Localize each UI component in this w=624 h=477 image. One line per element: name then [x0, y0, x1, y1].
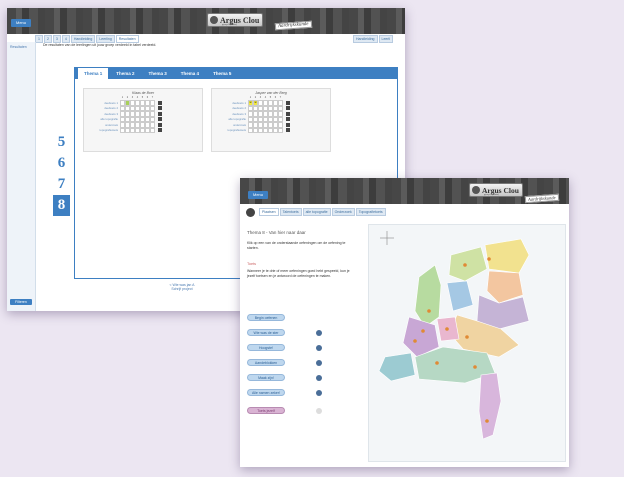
top-tabs: 1 2 3 4 Handleiding Leerling Resultaten: [35, 35, 139, 43]
tab-4[interactable]: 4: [61, 35, 70, 43]
tab-plaatsen[interactable]: Plaatsen: [259, 208, 279, 216]
print-icon[interactable]: [158, 122, 162, 127]
print-icon[interactable]: [158, 117, 162, 122]
grid-row: topografietoets: [86, 127, 200, 133]
grade-7[interactable]: 7: [53, 174, 70, 195]
exercise-button[interactable]: Maak zijn!: [247, 374, 285, 381]
grade-6[interactable]: 6: [53, 153, 70, 174]
person-icon: [316, 360, 322, 366]
grade-selector: 5 6 7 8: [53, 132, 70, 216]
exercise-button[interactable]: Wie was de ster: [247, 329, 285, 336]
sidebar-title: Resultaten: [10, 45, 27, 49]
theme-tabs: Thema 1 Thema 2 Thema 3 Thema 4 Thema 5: [75, 68, 397, 79]
tab-leerling-right[interactable]: Leerli: [378, 35, 394, 43]
tab-talentoets[interactable]: Talentoets: [279, 208, 302, 216]
tab-alle-topografie[interactable]: alle topografie: [302, 208, 331, 216]
tab-resultaten[interactable]: Resultaten: [115, 35, 139, 43]
tab-2[interactable]: 2: [43, 35, 52, 43]
person-icon: [316, 345, 322, 351]
print-icon[interactable]: [286, 100, 290, 105]
grade-5[interactable]: 5: [53, 132, 70, 153]
exercise-tabs: Plaatsen Talentoets alle topografie Onde…: [259, 208, 386, 216]
exercise-button[interactable]: Begin oefenen: [247, 314, 285, 321]
tab-thema-5[interactable]: Thema 5: [207, 68, 237, 79]
person-icon: [316, 330, 322, 336]
section-title: Thema 8 - Van hier naar daar: [247, 230, 306, 235]
exercise-button[interactable]: Alle namen zeker!: [247, 389, 285, 396]
print-icon[interactable]: [286, 106, 290, 111]
argus-clou-logo: Argus Clou groep 8 (basis): [207, 13, 264, 27]
province-groningen: [484, 238, 530, 274]
tab-3[interactable]: 3: [52, 35, 61, 43]
exercise-button[interactable]: Aandeblokken: [247, 359, 285, 366]
tab-handleiding[interactable]: Handleiding: [70, 35, 96, 43]
print-icon[interactable]: [158, 100, 162, 105]
tip-heading: Toets: [247, 262, 257, 266]
print-icon[interactable]: [158, 106, 162, 111]
map-svg: [378, 231, 530, 440]
netherlands-map[interactable]: [368, 224, 566, 462]
print-icon[interactable]: [286, 111, 290, 116]
test-yourself-button[interactable]: Toets jezelf: [247, 407, 285, 414]
print-icon[interactable]: [286, 117, 290, 122]
province-limburg: [478, 372, 502, 440]
province-zeeland: [378, 352, 416, 382]
student-grid-1: Klaas de Boer 1234567 deeltoets 1 deelto…: [83, 88, 203, 152]
grid-row: topografietoets: [214, 127, 328, 133]
compass-icon: [380, 231, 394, 245]
tab-thema-1[interactable]: Thema 1: [78, 68, 109, 79]
intro-text: De resultaten van de leerlingen uit jouw…: [43, 43, 157, 47]
person-icon: [316, 408, 322, 414]
print-icon[interactable]: [286, 122, 290, 127]
tab-handleiding-right[interactable]: Handleiding: [353, 35, 378, 43]
globe-icon: [472, 186, 480, 194]
tip-text: Wanneer je te drie of meer oefeningen go…: [247, 269, 350, 278]
province-friesland: [448, 246, 488, 282]
footer-link[interactable]: Schrijf project: [152, 287, 212, 291]
print-icon[interactable]: [158, 128, 162, 133]
print-icon[interactable]: [286, 128, 290, 133]
menu-button[interactable]: Menu: [248, 191, 268, 199]
exercises-window: Menu Argus Clou groep 8 (basis) Aardrijk…: [240, 178, 569, 467]
exercise-button[interactable]: Hoogste!: [247, 344, 285, 351]
province-flevoland: [446, 280, 474, 312]
right-tabs: Handleiding Leerli: [353, 35, 394, 43]
intro-text: Klik op een van de onderstaande oefening…: [247, 241, 346, 250]
tab-thema-4[interactable]: Thema 4: [175, 68, 205, 79]
person-icon: [316, 375, 322, 381]
argus-clou-logo: Argus Clou groep 8 (basis): [469, 183, 523, 197]
grade-8[interactable]: 8: [53, 195, 70, 216]
tab-1[interactable]: 1: [35, 35, 43, 43]
sidebar: Resultaten Filteren: [7, 42, 36, 311]
footer-links: < Wie was jan A Schrijf project: [152, 283, 212, 291]
tab-leerling[interactable]: Leerling: [96, 35, 115, 43]
print-icon[interactable]: [158, 111, 162, 116]
filter-button[interactable]: Filteren: [10, 299, 32, 305]
person-icon: [316, 390, 322, 396]
globe-icon: [210, 16, 218, 24]
tab-onderzoek[interactable]: Onderzoek: [331, 208, 355, 216]
student-grid-2: Jasper van der Berg 1234567 deeltoets 1w…: [211, 88, 331, 152]
tab-topografietoets[interactable]: Topografietoets: [355, 208, 386, 216]
tab-thema-2[interactable]: Thema 2: [110, 68, 140, 79]
home-icon[interactable]: [246, 208, 255, 217]
tab-thema-3[interactable]: Thema 3: [143, 68, 173, 79]
header-bar: [7, 8, 405, 34]
province-noord-holland: [414, 264, 442, 328]
menu-button[interactable]: Menu: [11, 19, 31, 27]
